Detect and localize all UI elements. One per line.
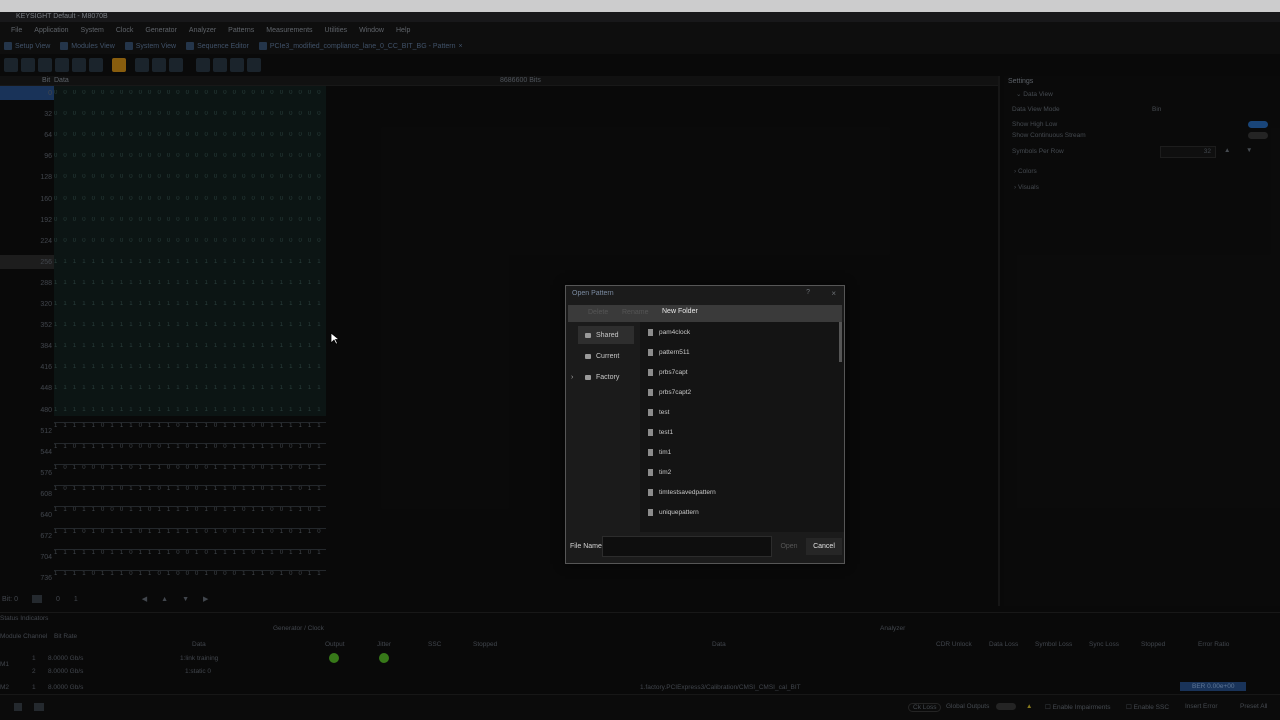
file-item[interactable]: pam4clock <box>648 329 690 336</box>
open-button[interactable]: Open <box>776 538 802 555</box>
folder-label: Factory <box>596 373 620 381</box>
file-item[interactable]: pattern511 <box>648 349 690 356</box>
chevron-right-icon[interactable]: › <box>571 374 573 381</box>
file-item[interactable]: tim2 <box>648 469 671 476</box>
file-label: test1 <box>659 429 674 436</box>
folder-current[interactable]: Current <box>578 347 634 365</box>
file-icon <box>648 509 653 516</box>
file-name-input[interactable] <box>602 536 772 557</box>
help-icon[interactable]: ? <box>806 289 810 296</box>
folder-icon <box>585 332 591 338</box>
folder-label: Current <box>596 352 620 360</box>
file-label: pattern511 <box>659 349 690 356</box>
rename-button[interactable]: Rename <box>622 309 648 316</box>
mouse-cursor-icon <box>330 332 340 345</box>
delete-button[interactable]: Delete <box>588 309 608 316</box>
file-icon <box>648 389 653 396</box>
file-icon <box>648 369 653 376</box>
close-icon[interactable]: × <box>831 289 836 298</box>
file-icon <box>648 329 653 336</box>
file-item[interactable]: test <box>648 409 669 416</box>
folder-shared[interactable]: Shared <box>578 326 634 344</box>
dialog-toolbar: Delete Rename New Folder <box>568 305 842 322</box>
file-label: timtestsavedpattern <box>659 489 716 496</box>
file-label: uniquepattern <box>659 509 699 516</box>
file-label: prbs7capt2 <box>659 389 692 396</box>
dialog-title: Open Pattern <box>572 290 614 297</box>
file-icon <box>648 449 653 456</box>
folder-factory[interactable]: › Factory <box>571 368 634 386</box>
file-label: prbs7capt <box>659 369 688 376</box>
file-item[interactable]: tim1 <box>648 449 671 456</box>
file-label: tim1 <box>659 449 672 456</box>
file-icon <box>648 489 653 496</box>
file-label: pam4clock <box>659 329 691 336</box>
cancel-button[interactable]: Cancel <box>806 538 842 555</box>
file-label: test <box>659 409 670 416</box>
open-pattern-dialog: Open Pattern ? × Delete Rename New Folde… <box>565 285 845 564</box>
file-item[interactable]: uniquepattern <box>648 509 699 516</box>
folder-tree: Shared Current › Factory <box>571 326 636 530</box>
file-item[interactable]: timtestsavedpattern <box>648 489 716 496</box>
file-label: tim2 <box>659 469 672 476</box>
file-item[interactable]: test1 <box>648 429 673 436</box>
file-icon <box>648 469 653 476</box>
folder-label: Shared <box>596 331 619 339</box>
file-list-scrollbar[interactable] <box>839 322 842 362</box>
folder-icon <box>585 374 591 380</box>
file-item[interactable]: prbs7capt2 <box>648 389 691 396</box>
file-list: pam4clock pattern511 prbs7capt prbs7capt2 te… <box>640 322 844 532</box>
new-folder-button[interactable]: New Folder <box>662 308 698 315</box>
folder-icon <box>585 353 591 359</box>
file-item[interactable]: prbs7capt <box>648 369 688 376</box>
file-name-label: File Name <box>570 543 602 550</box>
file-icon <box>648 409 653 416</box>
file-icon <box>648 349 653 356</box>
file-icon <box>648 429 653 436</box>
